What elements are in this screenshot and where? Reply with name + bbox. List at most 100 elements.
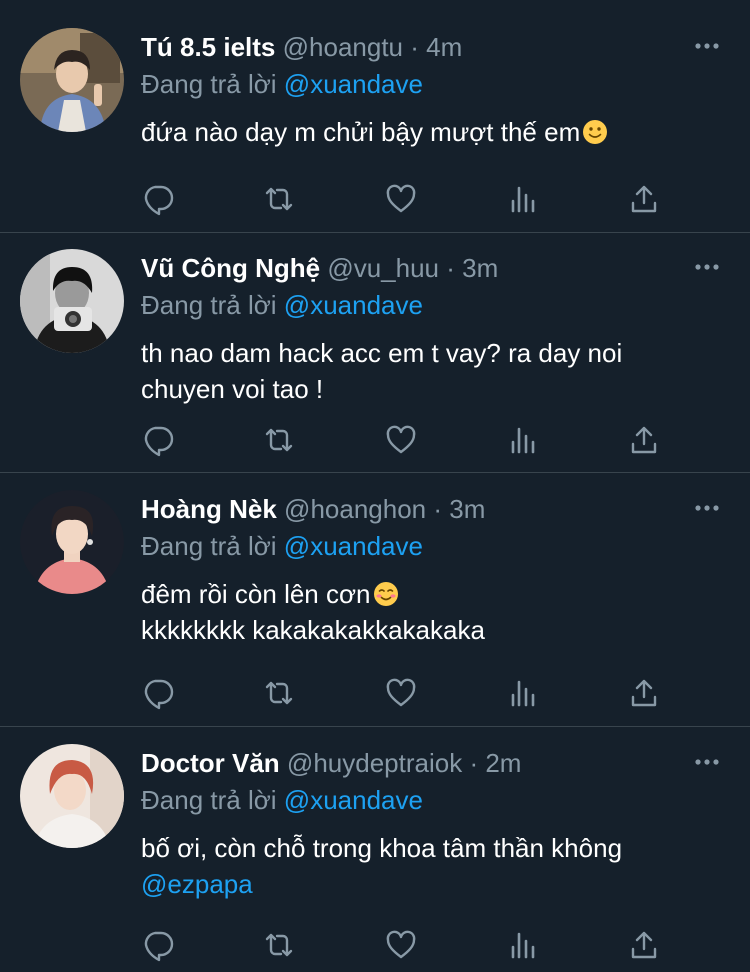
- reply-to-handle[interactable]: @xuandave: [284, 785, 423, 815]
- like-button[interactable]: [384, 423, 418, 457]
- like-button[interactable]: [384, 182, 418, 216]
- like-icon: [386, 184, 416, 213]
- smiling-face-icon: [373, 582, 398, 606]
- display-name[interactable]: Tú 8.5 ielts: [141, 32, 275, 62]
- retweet-icon: [265, 933, 293, 957]
- more-options-icon[interactable]: [694, 262, 720, 272]
- retweet-icon: [265, 428, 293, 452]
- reply-icon: [144, 679, 174, 710]
- display-name[interactable]: Vũ Công Nghệ: [141, 253, 320, 283]
- avatar[interactable]: [20, 28, 124, 132]
- reply-prefix: Đang trả lời: [141, 290, 277, 320]
- user-handle[interactable]: @huydeptraiok: [287, 748, 462, 778]
- share-icon: [631, 931, 657, 959]
- reply-prefix: Đang trả lời: [141, 69, 277, 99]
- avatar[interactable]: [20, 744, 124, 848]
- like-button[interactable]: [384, 676, 418, 710]
- share-button[interactable]: [627, 928, 661, 962]
- like-button[interactable]: [384, 928, 418, 962]
- tweet-text-line: đứa nào dạy m chửi bậy mượt thế em: [141, 114, 726, 150]
- tweet-actions: [141, 182, 661, 216]
- avatar[interactable]: [20, 490, 124, 594]
- timestamp[interactable]: 2m: [485, 748, 521, 778]
- retweet-icon: [265, 681, 293, 705]
- user-handle[interactable]: @hoangtu: [283, 32, 403, 62]
- tweet-actions: [141, 423, 661, 457]
- analytics-button[interactable]: [506, 676, 540, 710]
- reply-to-handle[interactable]: @xuandave: [284, 290, 423, 320]
- tweet[interactable]: Tú 8.5 ielts @hoangtu · 4m Đang trả lời …: [0, 0, 750, 233]
- reply-prefix: Đang trả lời: [141, 785, 277, 815]
- tweet-text-line: kkkkkkkk kakakakakkakakaka: [141, 615, 485, 645]
- replies-feed: Tú 8.5 ielts @hoangtu · 4m Đang trả lời …: [0, 0, 750, 972]
- more-options-icon[interactable]: [694, 503, 720, 513]
- display-name[interactable]: Doctor Văn: [141, 748, 280, 778]
- analytics-icon: [511, 186, 535, 213]
- timestamp[interactable]: 4m: [426, 32, 462, 62]
- tweet-text-line: th nao dam hack acc em t vay? ra day noi: [141, 338, 623, 368]
- separator: ·: [469, 748, 479, 778]
- share-icon: [631, 679, 657, 707]
- analytics-button[interactable]: [506, 182, 540, 216]
- share-button[interactable]: [627, 423, 661, 457]
- tweet-text: đêm rồi còn lên cơn kkkkkkkk kakakakakka…: [141, 576, 726, 648]
- like-icon: [386, 425, 416, 454]
- analytics-icon: [511, 680, 535, 707]
- reply-to-handle[interactable]: @xuandave: [284, 531, 423, 561]
- user-handle[interactable]: @vu_huu: [327, 253, 439, 283]
- share-button[interactable]: [627, 182, 661, 216]
- tweet-text: đứa nào dạy m chửi bậy mượt thế em: [141, 114, 726, 150]
- reply-prefix: Đang trả lời: [141, 531, 277, 561]
- analytics-button[interactable]: [506, 928, 540, 962]
- more-options-icon[interactable]: [694, 41, 720, 51]
- tweet-actions: [141, 928, 661, 962]
- replying-to: Đang trả lời @xuandave: [141, 529, 726, 563]
- tweet-header: Doctor Văn @huydeptraiok · 2m: [141, 746, 726, 780]
- like-icon: [386, 930, 416, 959]
- tweet-text-line: đêm rồi còn lên cơn: [141, 576, 726, 612]
- timestamp[interactable]: 3m: [462, 253, 498, 283]
- replying-to: Đang trả lời @xuandave: [141, 783, 726, 817]
- reply-icon: [144, 185, 174, 216]
- tweet-header: Vũ Công Nghệ @vu_huu · 3m: [141, 251, 726, 285]
- reply-icon: [144, 426, 174, 457]
- reply-icon: [144, 931, 174, 962]
- display-name[interactable]: Hoàng Nèk: [141, 494, 277, 524]
- reply-to-handle[interactable]: @xuandave: [284, 69, 423, 99]
- tweet[interactable]: Doctor Văn @huydeptraiok · 2m Đang trả l…: [0, 727, 750, 972]
- analytics-button[interactable]: [506, 423, 540, 457]
- tweet[interactable]: Hoàng Nèk @hoanghon · 3m Đang trả lời @x…: [0, 473, 750, 727]
- like-icon: [386, 678, 416, 707]
- more-options-icon[interactable]: [694, 757, 720, 767]
- mention-link[interactable]: @ezpapa: [141, 866, 726, 902]
- retweet-button[interactable]: [262, 182, 296, 216]
- replying-to: Đang trả lời @xuandave: [141, 288, 726, 322]
- separator: ·: [446, 253, 455, 283]
- reply-button[interactable]: [141, 676, 175, 710]
- tweet-text-line: chuyen voi tao !: [141, 374, 324, 404]
- user-handle[interactable]: @hoanghon: [284, 494, 426, 524]
- retweet-icon: [265, 187, 293, 211]
- separator: ·: [410, 32, 419, 62]
- reply-button[interactable]: [141, 423, 175, 457]
- share-icon: [631, 185, 657, 213]
- tweet-header: Tú 8.5 ielts @hoangtu · 4m: [141, 30, 726, 64]
- retweet-button[interactable]: [262, 423, 296, 457]
- slightly-smiling-face-icon: [583, 120, 608, 144]
- reply-button[interactable]: [141, 928, 175, 962]
- replying-to: Đang trả lời @xuandave: [141, 67, 726, 101]
- tweet[interactable]: Vũ Công Nghệ @vu_huu · 3m Đang trả lời @…: [0, 233, 750, 473]
- separator: ·: [433, 494, 443, 524]
- retweet-button[interactable]: [262, 676, 296, 710]
- share-icon: [631, 426, 657, 454]
- tweet-text: th nao dam hack acc em t vay? ra day noi…: [141, 335, 726, 407]
- tweet-header: Hoàng Nèk @hoanghon · 3m: [141, 492, 726, 526]
- analytics-icon: [511, 427, 535, 454]
- timestamp[interactable]: 3m: [449, 494, 485, 524]
- tweet-text: bố ơi, còn chỗ trong khoa tâm thần không…: [141, 830, 726, 902]
- avatar[interactable]: [20, 249, 124, 353]
- tweet-text-line: bố ơi, còn chỗ trong khoa tâm thần không: [141, 833, 623, 863]
- retweet-button[interactable]: [262, 928, 296, 962]
- share-button[interactable]: [627, 676, 661, 710]
- reply-button[interactable]: [141, 182, 175, 216]
